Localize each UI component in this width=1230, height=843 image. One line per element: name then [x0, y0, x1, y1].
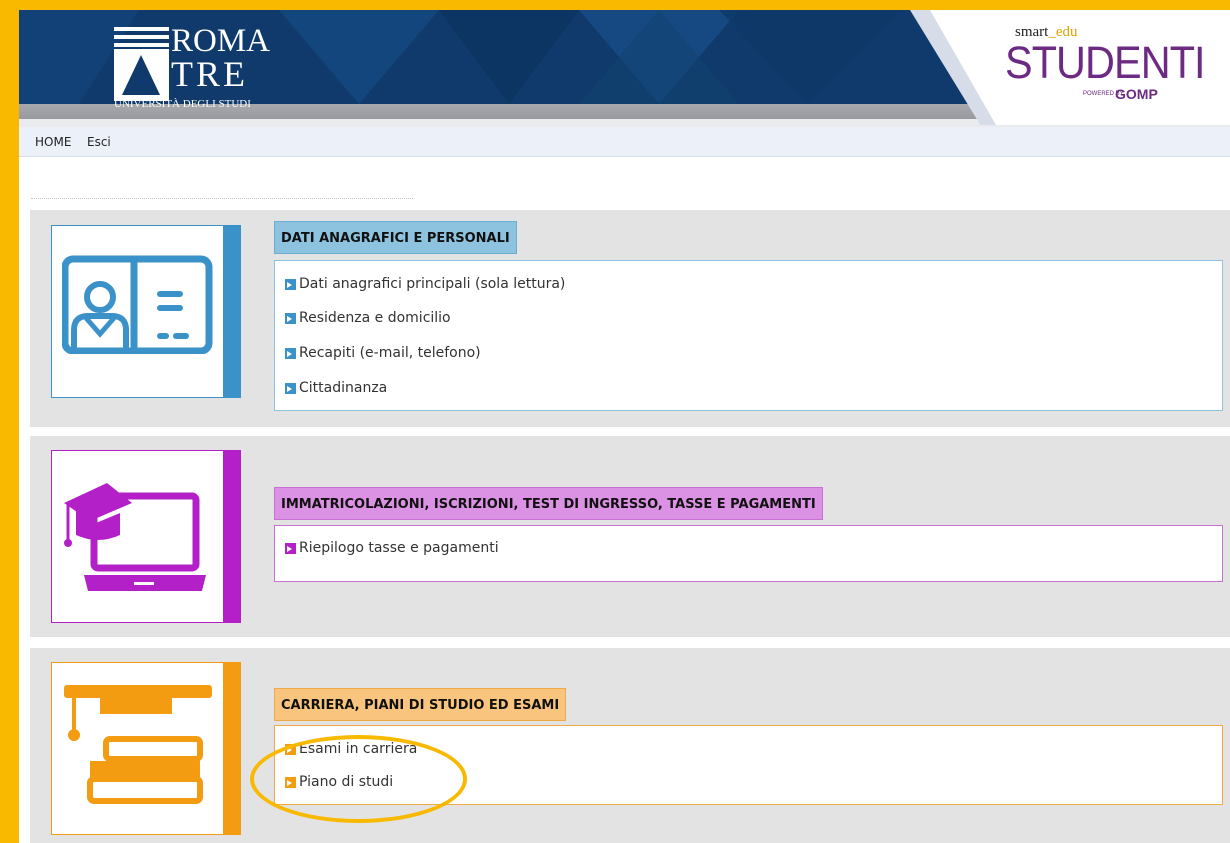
graduation-laptop-icon — [64, 483, 206, 591]
id-card-icon — [62, 255, 213, 354]
link-riepilogo-tasse[interactable]: Riepilogo tasse e pagamenti — [285, 538, 499, 558]
arrow-right-icon — [285, 382, 296, 394]
arrow-right-icon — [285, 542, 296, 554]
section-personal-data-links: Dati anagrafici principali (sola lettura… — [274, 260, 1223, 411]
section-career-tile — [51, 662, 241, 835]
roma-tre-emblem-icon — [114, 27, 169, 101]
section-career-exams: CARRIERA, PIANI DI STUDIO ED ESAMI Esami… — [30, 648, 1230, 843]
books-graduation-icon — [64, 685, 212, 804]
tile-stripe — [223, 226, 240, 397]
highlight-ellipse-annotation — [250, 735, 467, 823]
section-career-title: CARRIERA, PIANI DI STUDIO ED ESAMI — [274, 688, 567, 721]
brand-gomp: GOMP — [1115, 86, 1158, 102]
nav-logout-link[interactable]: Esci — [87, 135, 111, 149]
dotted-separator — [31, 198, 413, 199]
link-cittadinanza[interactable]: Cittadinanza — [285, 378, 387, 398]
highlight-frame-top — [0, 0, 1230, 10]
arrow-right-icon — [285, 347, 296, 359]
top-navbar: HOME Esci — [19, 127, 1230, 157]
brand-studenti-text: STUDENTI — [1005, 37, 1206, 88]
logo-subtitle: UNIVERSITÀ DEGLI STUDI — [114, 98, 251, 110]
section-enrollment-title: IMMATRICOLAZIONI, ISCRIZIONI, TEST DI IN… — [274, 487, 823, 520]
section-enrollment-links: Riepilogo tasse e pagamenti — [274, 525, 1223, 582]
link-dati-anagrafici[interactable]: Dati anagrafici principali (sola lettura… — [285, 274, 565, 294]
section-personal-data-tile — [51, 225, 241, 398]
nav-home-link[interactable]: HOME — [35, 135, 71, 149]
arrow-right-icon — [285, 278, 296, 290]
highlight-frame-left — [0, 0, 19, 843]
section-personal-data: DATI ANAGRAFICI E PERSONALI Dati anagraf… — [30, 210, 1230, 427]
section-enrollment-tile — [51, 450, 241, 623]
smart-edu-studenti-logo[interactable]: smart_edu STUDENTI POWERED BY GOMP — [1005, 22, 1206, 112]
arrow-right-icon — [285, 312, 296, 324]
tile-stripe — [223, 663, 240, 834]
section-personal-data-title: DATI ANAGRAFICI E PERSONALI — [274, 221, 517, 254]
link-residenza-domicilio[interactable]: Residenza e domicilio — [285, 308, 451, 328]
tile-stripe — [223, 451, 240, 622]
section-enrollment-payments: IMMATRICOLAZIONI, ISCRIZIONI, TEST DI IN… — [30, 436, 1230, 637]
header-banner: ROMA TRE UNIVERSITÀ DEGLI STUDI smart_ed… — [19, 10, 1230, 127]
link-recapiti[interactable]: Recapiti (e-mail, telefono) — [285, 343, 481, 363]
university-logo[interactable]: ROMA TRE UNIVERSITÀ DEGLI STUDI — [114, 23, 274, 110]
logo-tre-text: TRE — [171, 54, 248, 94]
